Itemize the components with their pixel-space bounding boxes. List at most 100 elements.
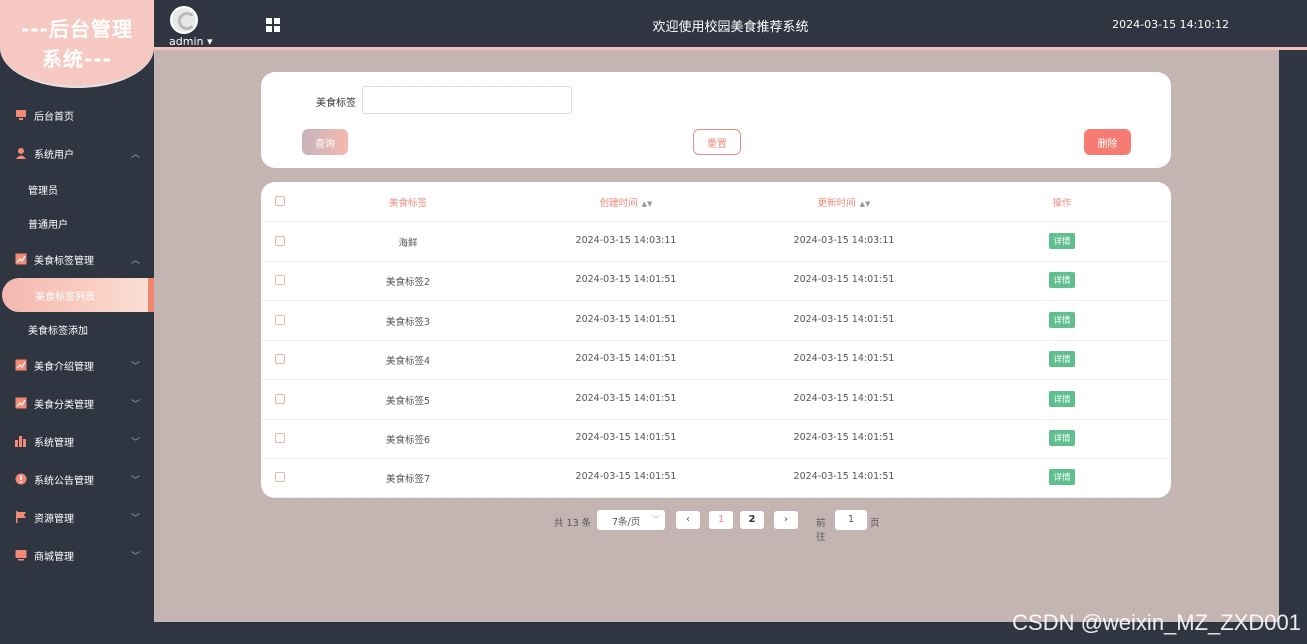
bar-chart-icon <box>15 435 27 447</box>
logo: ---后台管理 系统--- <box>0 0 154 88</box>
cell-created: 2024-03-15 14:01:51 <box>575 471 677 483</box>
query-button[interactable]: 查询 <box>302 129 348 155</box>
sidebar-item-label: 系统管理 <box>34 437 74 449</box>
sort-icon: ▲▼ <box>641 200 653 208</box>
sidebar-item-label: 资源管理 <box>34 513 74 525</box>
sidebar-menu: 后台首页 系统用户 ︿ 管理员 普通用户 美食标签管理 ︿ 美食标签列表 美食标… <box>0 96 154 574</box>
cell-tag: 美食标签2 <box>385 277 431 289</box>
cell-action: 详情 <box>962 351 1162 368</box>
tag-search-input[interactable] <box>362 86 572 114</box>
cell-tag: 美食标签4 <box>385 356 431 368</box>
search-panel: 美食标签 查询 重置 删除 <box>261 72 1171 168</box>
cell-action: 详情 <box>962 311 1162 328</box>
shop-icon <box>15 549 27 561</box>
chevron-down-icon: ﹀ <box>130 514 140 524</box>
detail-button[interactable]: 详情 <box>1049 469 1075 486</box>
chevron-down-icon: ﹀ <box>130 552 140 562</box>
col-header-tag[interactable]: 美食标签 <box>308 195 508 209</box>
row-checkbox[interactable] <box>275 314 285 325</box>
sidebar-item-intro-mgmt[interactable]: 美食介绍管理 ﹀ <box>0 346 154 384</box>
detail-button[interactable]: 详情 <box>1049 351 1075 368</box>
sidebar-item-shop-mgmt[interactable]: 商城管理 ﹀ <box>0 536 154 574</box>
cell-created: 2024-03-15 14:01:51 <box>575 313 677 325</box>
chart-icon <box>15 397 27 409</box>
detail-button[interactable]: 详情 <box>1049 430 1075 446</box>
sidebar-item-tag-mgmt[interactable]: 美食标签管理 ︿ <box>0 240 154 278</box>
reset-button[interactable]: 重置 <box>693 129 741 155</box>
table-row: 美食标签4 2024-03-15 14:01:51 2024-03-15 14:01… <box>261 340 1171 381</box>
chevron-up-icon: ︿ <box>130 256 140 266</box>
cell-action: 详情 <box>962 469 1162 486</box>
row-checkbox[interactable] <box>275 275 285 286</box>
detail-button[interactable]: 详情 <box>1049 233 1075 249</box>
row-checkbox[interactable] <box>275 354 285 365</box>
table-row: 美食标签5 2024-03-15 14:01:51 2024-03-15 14:01… <box>261 380 1171 420</box>
cell-action: 详情 <box>962 272 1162 289</box>
sort-icon: ▲▼ <box>859 200 871 208</box>
delete-button[interactable]: 删除 <box>1084 129 1131 155</box>
chevron-down-icon: ﹀ <box>130 362 140 372</box>
chevron-up-icon: ︿ <box>130 150 140 160</box>
row-checkbox[interactable] <box>275 472 285 483</box>
cell-tag: 美食标签7 <box>385 474 431 486</box>
user-dropdown[interactable]: admin ▾ <box>169 35 212 48</box>
table-row: 美食标签7 2024-03-15 14:01:51 2024-03-15 14:01… <box>261 458 1171 498</box>
detail-button[interactable]: 详情 <box>1049 311 1075 328</box>
next-page-button[interactable]: › <box>774 511 798 529</box>
row-checkbox[interactable] <box>275 433 285 443</box>
page-1-button[interactable]: 1 <box>709 511 733 529</box>
chevron-down-icon: ﹀ <box>130 476 140 486</box>
col-header-action: 操作 <box>1052 198 1072 209</box>
sidebar-subitem-tag-add[interactable]: 美食标签添加 <box>0 312 154 346</box>
cell-action: 详情 <box>962 430 1162 446</box>
cell-updated: 2024-03-15 14:01:51 <box>793 313 895 325</box>
chevron-down-icon: ﹀ <box>130 438 140 448</box>
cell-created: 2024-03-15 14:01:51 <box>575 432 677 443</box>
col-header-created[interactable]: 创建时间 ▲▼ <box>526 195 726 209</box>
logo-line2: 系统--- <box>42 47 112 71</box>
sidebar-item-sys-mgmt[interactable]: 系统管理 ﹀ <box>0 422 154 460</box>
flag-icon <box>15 511 27 523</box>
row-checkbox[interactable] <box>275 393 285 404</box>
sidebar-item-label: 美食分类管理 <box>34 399 94 411</box>
select-all-checkbox[interactable] <box>275 196 285 206</box>
data-table: 美食标签 创建时间 ▲▼ 更新时间 ▲▼ 操作 海鲜 2024-03-15 14:03… <box>261 182 1171 498</box>
sidebar-item-label: 美食介绍管理 <box>34 361 94 373</box>
table-row: 美食标签6 2024-03-15 14:01:51 2024-03-15 14:01… <box>261 419 1171 459</box>
cell-created: 2024-03-15 14:03:11 <box>575 235 677 246</box>
goto-page-input[interactable]: 1 <box>835 510 867 530</box>
cell-created: 2024-03-15 14:01:51 <box>575 392 677 404</box>
sidebar-item-sys-user[interactable]: 系统用户 ︿ <box>0 134 154 172</box>
cell-updated: 2024-03-15 14:01:51 <box>793 353 895 365</box>
main-content: 美食标签 查询 重置 删除 美食标签 创建时间 ▲▼ 更新时间 ▲▼ 操作 海鲜 20… <box>154 50 1279 622</box>
sidebar-item-res-mgmt[interactable]: 资源管理 ﹀ <box>0 498 154 536</box>
datetime: 2024-03-15 14:10:12 <box>1112 18 1229 31</box>
table-row: 美食标签3 2024-03-15 14:01:51 2024-03-15 14:01… <box>261 301 1171 341</box>
table-row: 美食标签2 2024-03-15 14:01:51 2024-03-15 14:01… <box>261 261 1171 302</box>
sidebar-subitem-normal-user[interactable]: 普通用户 <box>0 206 154 240</box>
sidebar-subitem-tag-list[interactable]: 美食标签列表 <box>2 278 154 312</box>
sidebar-item-cat-mgmt[interactable]: 美食分类管理 ﹀ <box>0 384 154 422</box>
detail-button[interactable]: 详情 <box>1049 390 1075 407</box>
sidebar-item-home[interactable]: 后台首页 <box>0 96 154 134</box>
table-header: 美食标签 创建时间 ▲▼ 更新时间 ▲▼ 操作 <box>261 182 1171 222</box>
page-size-select[interactable]: 7条/页 ﹀ <box>597 510 665 530</box>
cell-updated: 2024-03-15 14:01:51 <box>793 471 895 483</box>
sidebar-item-label: 系统公告管理 <box>34 475 94 487</box>
cell-created: 2024-03-15 14:01:51 <box>575 353 677 365</box>
row-checkbox[interactable] <box>275 236 285 246</box>
prev-page-button[interactable]: ‹ <box>676 511 700 529</box>
sidebar-item-label: 系统用户 <box>34 149 74 161</box>
cell-tag: 美食标签6 <box>385 435 431 446</box>
col-header-updated[interactable]: 更新时间 ▲▼ <box>744 195 944 209</box>
sidebar-subitem-admin[interactable]: 管理员 <box>0 172 154 206</box>
cell-created: 2024-03-15 14:01:51 <box>575 274 677 286</box>
chevron-down-icon: ﹀ <box>652 515 660 524</box>
goto-label: 前往 <box>816 518 826 543</box>
top-header: admin ▾ 欢迎使用校园美食推荐系统 2024-03-15 14:10:12 <box>154 0 1307 50</box>
info-icon <box>15 473 27 485</box>
sidebar-item-notice-mgmt[interactable]: 系统公告管理 ﹀ <box>0 460 154 498</box>
watermark: CSDN @weixin_MZ_ZXD001 <box>1012 610 1301 635</box>
page-2-button[interactable]: 2 <box>740 511 764 529</box>
detail-button[interactable]: 详情 <box>1049 272 1075 289</box>
